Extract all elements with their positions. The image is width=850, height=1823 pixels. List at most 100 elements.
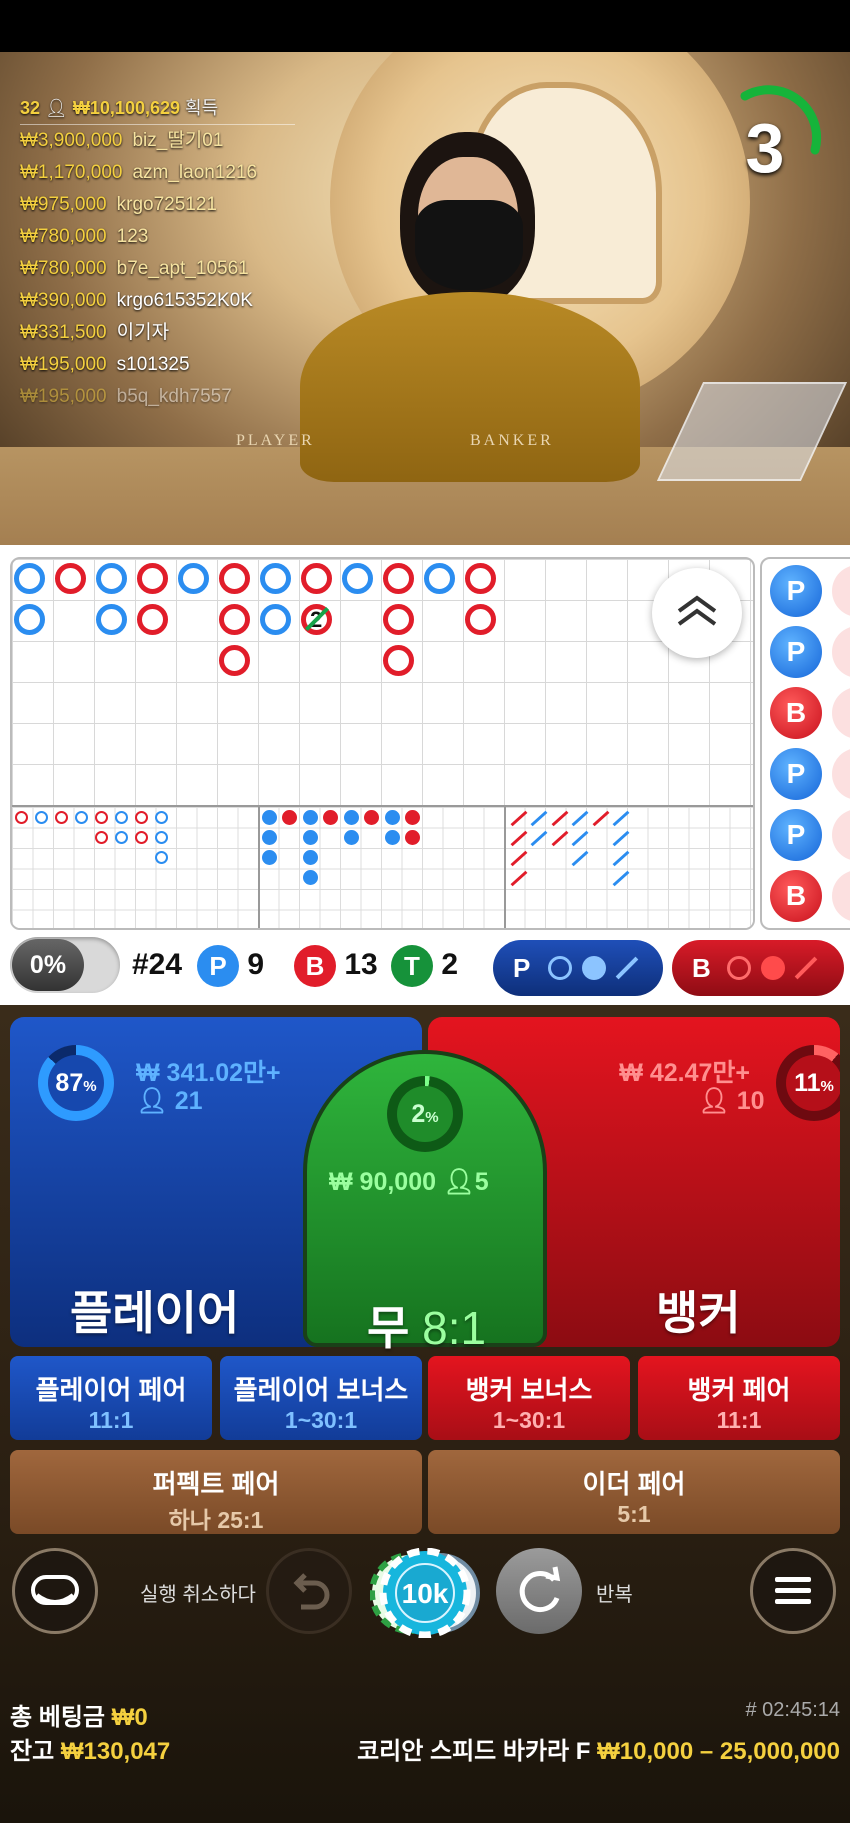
table-banker-text: BANKER (470, 432, 554, 449)
balance-value: ₩130,047 (60, 1738, 171, 1765)
bigeye-red (15, 811, 28, 824)
predict-banker-label: B (692, 953, 711, 983)
small-red (405, 810, 420, 825)
repeat-icon (519, 1566, 561, 1613)
bead-partial (832, 687, 850, 739)
bigeye-blue (75, 811, 88, 824)
road-player (14, 604, 45, 635)
tie-odds: 8:1 (422, 1302, 487, 1354)
road-player (260, 563, 291, 594)
banker-badge: B (294, 945, 336, 988)
small-red (405, 830, 420, 845)
cockroach-blue (530, 830, 548, 847)
player-percent-ring: 87% (38, 1045, 114, 1121)
total-bet-value: ₩0 (111, 1704, 148, 1731)
chip-value: 10k (402, 1578, 449, 1609)
predict-small-icon (761, 956, 785, 980)
small-blue (303, 830, 318, 845)
player-percent: 87 (55, 1069, 84, 1097)
menu-button[interactable] (750, 1548, 836, 1634)
small-red (364, 810, 379, 825)
player-pair-bet[interactable]: 플레이어 페어 11:1 (10, 1356, 212, 1440)
tie-bet-spot[interactable]: 2% ₩ 90,000 👤︎5 무 8:1 (303, 1050, 547, 1354)
big-road[interactable]: 2 (10, 557, 755, 930)
small-blue (262, 830, 277, 845)
winner-row: ₩1,170,000 azm_laon1216 (20, 162, 258, 183)
player-count-value: 9 (247, 948, 265, 981)
winners-list: 32 👤︎ ₩10,100,629 획득 ₩3,900,000 biz_딸기01 … (20, 52, 310, 413)
road-banker (301, 563, 332, 594)
small-blue (262, 810, 277, 825)
small-red (282, 810, 297, 825)
bead-plate[interactable]: P P B P P B (760, 557, 850, 930)
bead-banker: B (770, 870, 822, 922)
bigeye-red (55, 811, 68, 824)
predict-cockroach-icon (794, 956, 818, 980)
table-view-icon (31, 1575, 79, 1605)
total-bet: 총 베팅금 ₩0 (10, 1697, 148, 1732)
tie-count-value: 2 (441, 948, 459, 981)
repeat-label: 반복 (596, 1584, 633, 1606)
bead-partial (832, 565, 850, 617)
table-info: 코리안 스피드 바카라 F ₩10,000 – 25,000,000 (357, 1731, 840, 1766)
cockroach-blue (612, 830, 630, 847)
winner-row: ₩195,000 b5q_kdh7557 (20, 386, 232, 407)
bead-player: P (770, 809, 822, 861)
player-total: ₩ 341.02만+ (136, 1059, 281, 1087)
road-banker (137, 604, 168, 635)
small-blue (303, 810, 318, 825)
bigeye-blue (155, 811, 168, 824)
predict-bigeye-icon (548, 956, 572, 980)
win-percent-value: 0% (12, 939, 84, 991)
banker-percent: 11 (794, 1069, 821, 1097)
road-player (342, 563, 373, 594)
either-pair-bet[interactable]: 이더 페어 5:1 (428, 1450, 840, 1534)
cockroach-red (551, 810, 569, 827)
predict-player-button[interactable]: P (493, 940, 663, 996)
divider (504, 807, 506, 928)
player-users: 👤︎ 21 (136, 1087, 203, 1115)
repeat-button[interactable] (496, 1548, 582, 1634)
road-banker (219, 563, 250, 594)
chip-selector[interactable]: 10k (370, 1548, 480, 1638)
road-banker (383, 563, 414, 594)
banker-pair-bet[interactable]: 뱅커 페어 11:1 (638, 1356, 840, 1440)
predict-cockroach-icon (615, 956, 639, 980)
cockroach-blue (571, 850, 589, 867)
winner-row: ₩390,000 krgo615352K0K (20, 290, 253, 311)
small-blue (303, 850, 318, 865)
bet-limits: ₩10,000 – 25,000,000 (597, 1738, 840, 1765)
player-label: 플레이어 (70, 1287, 240, 1339)
banker-bonus-bet[interactable]: 뱅커 보너스 1~30:1 (428, 1356, 630, 1440)
winner-row: ₩3,900,000 biz_딸기01 (20, 130, 224, 151)
view-toggle-button[interactable] (12, 1548, 98, 1634)
table-name: 코리안 스피드 바카라 F (357, 1738, 591, 1765)
small-blue (344, 830, 359, 845)
game-id: # 02:45:14 (745, 1699, 840, 1721)
cockroach-red (510, 810, 528, 827)
undo-button[interactable] (266, 1548, 352, 1634)
winner-row: ₩195,000 s101325 (20, 354, 190, 375)
bigeye-blue (155, 831, 168, 844)
derived-roads (12, 805, 753, 928)
bigeye-red (95, 811, 108, 824)
road-player (178, 563, 209, 594)
player-badge: P (197, 945, 239, 988)
predict-player-label: P (513, 953, 531, 983)
predict-banker-button[interactable]: B (672, 940, 844, 996)
bigeye-red (135, 811, 148, 824)
road-banker (219, 604, 250, 635)
user-icon: 👤︎ (442, 1168, 475, 1196)
bigeye-blue (155, 851, 168, 864)
undo-icon (293, 1573, 330, 1610)
bigeye-red (135, 831, 148, 844)
predict-small-icon (582, 956, 606, 980)
bead-partial (832, 870, 850, 922)
player-bonus-bet[interactable]: 플레이어 보너스 1~30:1 (220, 1356, 422, 1440)
road-player (424, 563, 455, 594)
expand-roadmap-button[interactable] (652, 568, 742, 658)
perfect-pair-bet[interactable]: 퍼펙트 페어 하나 25:1 (10, 1450, 422, 1534)
tie-badge: T (391, 945, 433, 988)
balance-label: 잔고 (10, 1738, 55, 1765)
balance: 잔고 ₩130,047 (10, 1731, 170, 1766)
